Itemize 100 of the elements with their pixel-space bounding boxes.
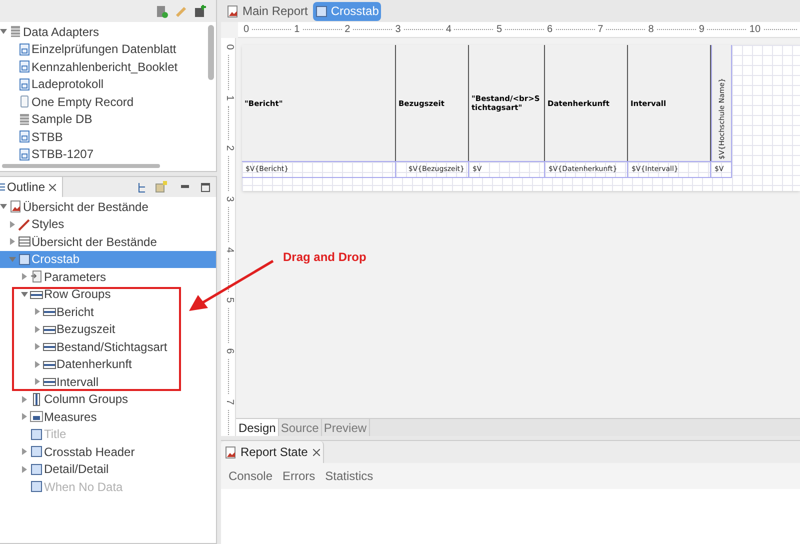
collapsed-arrow-icon[interactable] bbox=[34, 308, 40, 316]
add-database-icon[interactable] bbox=[156, 4, 168, 18]
ruler-number: 0 bbox=[243, 24, 250, 36]
collapsed-arrow-icon[interactable] bbox=[21, 273, 28, 280]
collapsed-arrow-icon[interactable] bbox=[34, 360, 40, 368]
tree-item[interactable]: STBB-1207 bbox=[0, 146, 208, 163]
report-state-subtab[interactable]: Console bbox=[228, 467, 272, 485]
tree-item[interactable]: Ladeprotokoll bbox=[0, 76, 208, 93]
tree-item[interactable]: Styles bbox=[0, 216, 216, 233]
tree-item[interactable]: Datenherkunft bbox=[0, 356, 216, 373]
collapsed-arrow-icon[interactable] bbox=[21, 448, 28, 456]
frame-icon bbox=[30, 445, 43, 458]
ruler-number: 1 bbox=[294, 24, 300, 36]
collapsed-arrow-icon[interactable] bbox=[21, 396, 28, 403]
editor-tab[interactable]: Main Report bbox=[224, 2, 310, 20]
tree-item[interactable]: Sample DB bbox=[0, 110, 208, 128]
collapsed-arrow-icon[interactable] bbox=[34, 343, 40, 350]
ruler-number: 2 bbox=[344, 24, 350, 36]
ruler-number: 4 bbox=[446, 24, 452, 36]
collapsed-arrow-icon[interactable] bbox=[21, 466, 28, 473]
database-icon bbox=[18, 112, 30, 126]
collapsed-arrow-icon[interactable] bbox=[34, 378, 40, 386]
report-icon bbox=[224, 446, 238, 458]
row-group-icon bbox=[42, 305, 56, 318]
tree-item[interactable]: One Empty Record bbox=[0, 93, 208, 110]
tree-icon[interactable] bbox=[137, 182, 148, 192]
tree-item[interactable]: Bestand/Stichtagsart bbox=[0, 338, 216, 356]
maximize-icon[interactable] bbox=[201, 182, 210, 192]
parameters-icon bbox=[30, 270, 43, 284]
table-icon bbox=[18, 235, 30, 248]
annotation-label: Drag and Drop bbox=[283, 249, 366, 266]
tree-item[interactable]: Row Groups bbox=[0, 286, 216, 303]
tree-item[interactable]: Measures bbox=[0, 408, 216, 426]
pencil-icon[interactable] bbox=[175, 4, 188, 18]
close-icon[interactable] bbox=[312, 448, 320, 456]
report-icon bbox=[226, 4, 240, 18]
tree-item[interactable]: Crosstab Header bbox=[0, 443, 216, 460]
report-state-subtab[interactable]: Errors bbox=[282, 467, 316, 485]
cube-icon[interactable] bbox=[155, 181, 168, 193]
scrollbar[interactable] bbox=[2, 164, 160, 168]
report-state-tab[interactable]: Report State bbox=[221, 441, 324, 463]
ruler-number: 1 bbox=[223, 94, 234, 100]
tree-item[interactable]: Data Adapters bbox=[0, 23, 208, 40]
tree-item[interactable]: Parameters bbox=[0, 268, 216, 286]
outline-icon bbox=[0, 183, 5, 191]
collapsed-arrow-icon[interactable] bbox=[8, 220, 16, 228]
document-icon bbox=[18, 148, 30, 161]
tree-item[interactable]: Kennzahlenbericht_Booklet bbox=[0, 58, 208, 76]
tree-item[interactable]: Column Groups bbox=[0, 390, 216, 408]
scrollbar[interactable] bbox=[208, 25, 214, 80]
tree-item[interactable]: Detail/Detail bbox=[0, 460, 216, 478]
pencil-icon bbox=[18, 218, 30, 231]
ruler-number: 8 bbox=[648, 24, 654, 36]
frame-icon bbox=[314, 4, 328, 18]
outline-tab[interactable]: Outline bbox=[0, 177, 64, 197]
frame-icon bbox=[30, 428, 43, 441]
expanded-arrow-icon[interactable] bbox=[0, 28, 7, 36]
ruler-number: 2 bbox=[223, 146, 234, 152]
close-icon[interactable] bbox=[49, 184, 56, 190]
ruler-number: 4 bbox=[223, 246, 234, 253]
column-group-icon bbox=[30, 392, 43, 406]
ruler-number: 3 bbox=[223, 196, 234, 202]
tree-item[interactable]: Übersicht der Bestände bbox=[0, 198, 216, 216]
tree-item[interactable]: Einzelprüfungen Datenblatt bbox=[0, 40, 208, 58]
ruler-number: 3 bbox=[395, 24, 401, 36]
document-icon bbox=[18, 130, 30, 144]
ruler-number: 5 bbox=[223, 298, 234, 304]
ruler-number: 0 bbox=[223, 44, 234, 50]
document-icon bbox=[18, 78, 30, 91]
row-group-icon bbox=[42, 375, 56, 388]
ruler-number: 5 bbox=[496, 24, 502, 36]
document-icon bbox=[18, 42, 30, 56]
document-icon bbox=[18, 95, 30, 108]
export-icon[interactable] bbox=[194, 4, 206, 18]
expanded-arrow-icon[interactable] bbox=[0, 203, 7, 210]
ruler-number: 6 bbox=[547, 24, 553, 36]
database-icon bbox=[9, 25, 22, 38]
tree-item[interactable]: STBB bbox=[0, 128, 208, 146]
minimize-icon[interactable] bbox=[181, 185, 190, 189]
collapsed-arrow-icon[interactable] bbox=[34, 326, 40, 333]
report-icon bbox=[9, 200, 22, 214]
frame-icon bbox=[18, 252, 30, 266]
document-icon bbox=[18, 60, 30, 74]
collapsed-arrow-icon[interactable] bbox=[8, 238, 16, 246]
tree-item[interactable]: Bericht bbox=[0, 303, 216, 320]
ruler-number: 7 bbox=[223, 399, 234, 405]
frame-icon bbox=[30, 480, 43, 494]
expanded-arrow-icon[interactable] bbox=[21, 290, 28, 298]
tree-item[interactable]: Übersicht der Bestände bbox=[0, 233, 216, 250]
report-state-subtab[interactable]: Statistics bbox=[325, 467, 374, 485]
row-group-icon bbox=[42, 340, 56, 354]
tree-item[interactable]: Intervall bbox=[0, 373, 216, 390]
view-tab[interactable]: Design bbox=[236, 419, 279, 436]
measures-icon bbox=[30, 410, 43, 424]
view-tab[interactable]: Preview bbox=[322, 419, 370, 436]
tree-item[interactable]: Bezugszeit bbox=[0, 320, 216, 338]
collapsed-arrow-icon[interactable] bbox=[21, 413, 28, 420]
view-tab[interactable]: Source bbox=[278, 419, 322, 436]
ruler-number: 7 bbox=[598, 24, 604, 36]
ruler-number: 10 bbox=[749, 24, 761, 36]
